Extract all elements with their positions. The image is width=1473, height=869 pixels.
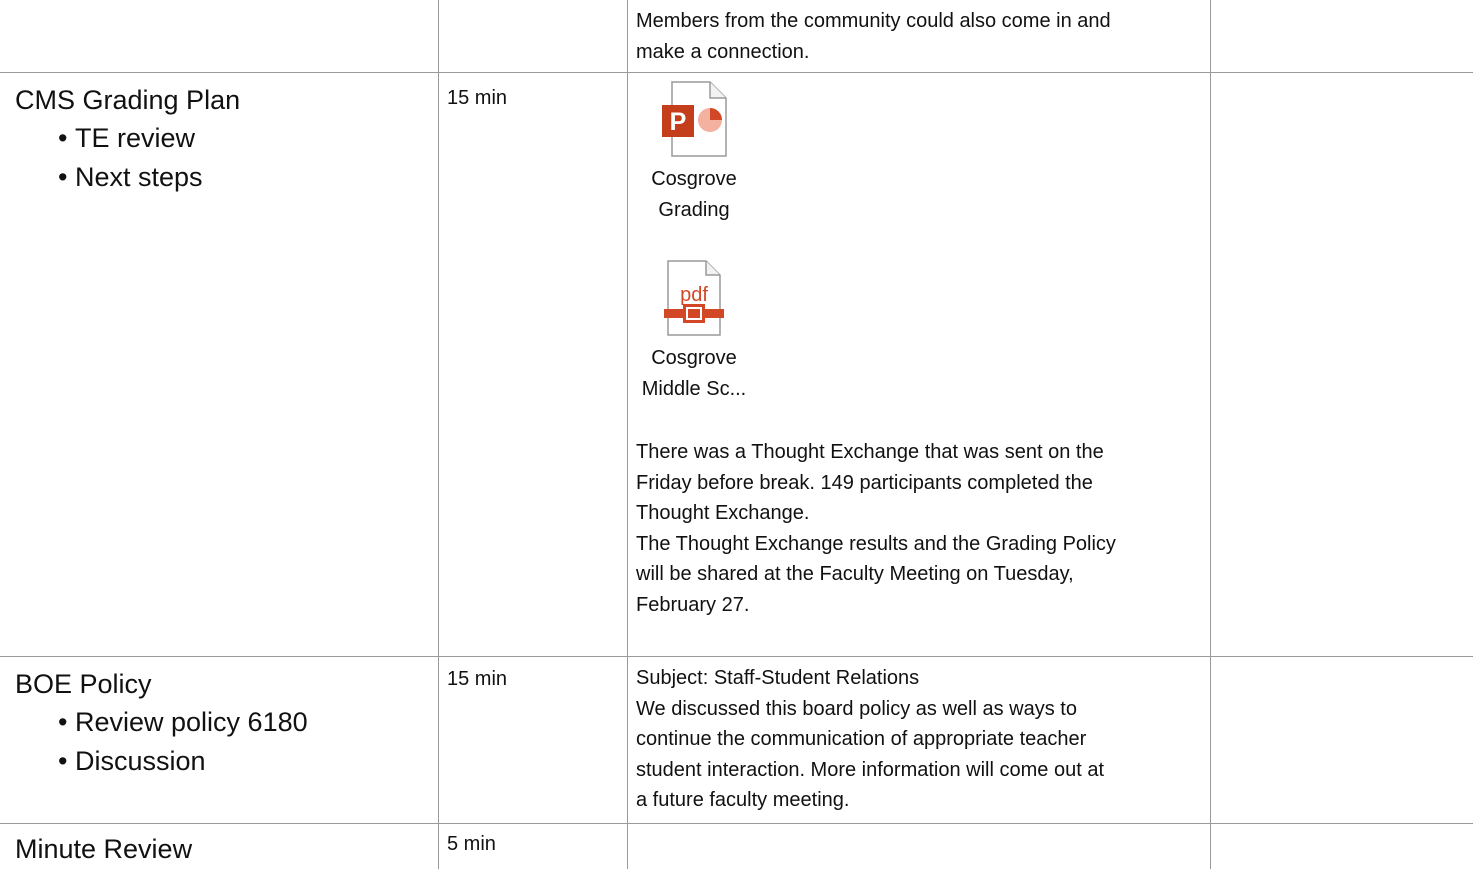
topic-title: Minute Review bbox=[15, 834, 193, 864]
row-divider-3 bbox=[0, 823, 1473, 824]
notes-line: Members from the community could also co… bbox=[636, 10, 1111, 32]
pdf-file-icon: pdf bbox=[664, 260, 724, 336]
attachment-label: Grading bbox=[658, 198, 730, 221]
pdf-icon-text: pdf bbox=[680, 284, 708, 306]
topic-bullets: Review policy 6180 Discussion bbox=[15, 703, 308, 781]
attachment-powerpoint[interactable]: P Cosgrove Grading bbox=[636, 80, 752, 225]
notes-line: continue the communication of appropriat… bbox=[636, 728, 1087, 750]
attachment-label: Cosgrove bbox=[651, 168, 737, 190]
notes-line: We discussed this board policy as well a… bbox=[636, 697, 1077, 720]
notes-line: Subject: Staff-Student Relations bbox=[636, 667, 920, 689]
column-divider-1 bbox=[438, 0, 439, 869]
topic-cell-grading: CMS Grading Plan TE review Next steps bbox=[15, 81, 240, 197]
attachment-pdf[interactable]: pdf Cosgrove Middle Sc... bbox=[636, 259, 752, 404]
topic-bullets: TE review Next steps bbox=[15, 119, 240, 197]
row-divider-2 bbox=[0, 656, 1473, 657]
topic-cell-minute: Minute Review bbox=[15, 830, 192, 868]
time-cell-minute: 5 min bbox=[447, 833, 496, 855]
notes-line: February 27. bbox=[636, 593, 750, 616]
notes-cell-boe: Subject: Staff-Student Relations We disc… bbox=[636, 663, 1206, 816]
time-cell-boe: 15 min bbox=[447, 668, 508, 690]
notes-line: make a connection. bbox=[636, 40, 810, 63]
notes-line: a future faculty meeting. bbox=[636, 789, 850, 811]
bullet-item: Discussion bbox=[58, 742, 308, 781]
topic-cell-boe: BOE Policy Review policy 6180 Discussion bbox=[15, 665, 308, 781]
notes-line: Thought Exchange. bbox=[636, 502, 810, 524]
bullet-item: Next steps bbox=[58, 158, 240, 197]
topic-title: CMS Grading Plan bbox=[15, 85, 241, 115]
column-divider-2 bbox=[627, 0, 628, 869]
notes-cell-grading: There was a Thought Exchange that was se… bbox=[636, 437, 1206, 620]
svg-text:P: P bbox=[670, 108, 687, 136]
bullet-item: Review policy 6180 bbox=[58, 703, 308, 742]
notes-line: There was a Thought Exchange that was se… bbox=[636, 441, 1104, 463]
notes-line: The Thought Exchange results and the Gra… bbox=[636, 532, 1116, 555]
attachment-label: Middle Sc... bbox=[641, 377, 747, 400]
notes-line: student interaction. More information wi… bbox=[636, 758, 1104, 781]
column-divider-3 bbox=[1210, 0, 1211, 869]
attachment-label: Cosgrove bbox=[651, 347, 737, 369]
notes-line: Friday before break. 149 participants co… bbox=[636, 471, 1093, 494]
bullet-item: TE review bbox=[58, 119, 240, 158]
notes-line: will be shared at the Faculty Meeting on… bbox=[636, 563, 1074, 585]
notes-cell-prev: Members from the community could also co… bbox=[636, 6, 1206, 67]
powerpoint-file-icon: P bbox=[662, 81, 727, 157]
row-divider-1 bbox=[0, 72, 1473, 73]
time-cell-grading: 15 min bbox=[447, 87, 508, 109]
topic-title: BOE Policy bbox=[15, 669, 152, 699]
